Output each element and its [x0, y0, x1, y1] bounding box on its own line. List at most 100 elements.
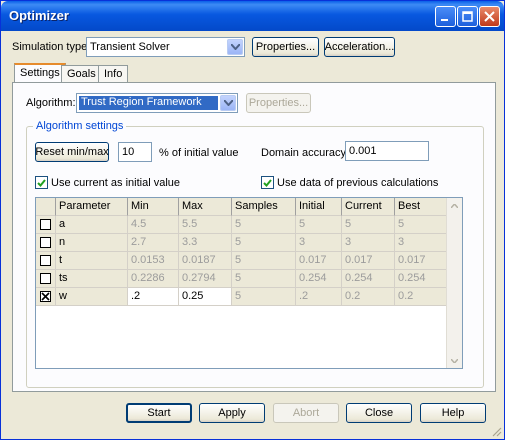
x-mark-icon [41, 292, 50, 301]
apply-button[interactable]: Apply [199, 403, 265, 423]
row-checkbox[interactable] [40, 255, 51, 266]
samples-cell[interactable]: 5 [232, 234, 296, 252]
minimize-button[interactable] [435, 6, 456, 27]
close-button[interactable]: Close [346, 403, 412, 423]
best-cell: 0.254 [395, 270, 448, 288]
max-cell[interactable]: 0.25 [179, 288, 232, 306]
checkmark-icon [37, 178, 46, 187]
column-header[interactable]: Current [342, 198, 395, 216]
table-row[interactable]: t 0.0153 0.0187 5 0.017 0.017 0.017 [36, 252, 448, 270]
row-checkbox[interactable] [40, 291, 51, 302]
scroll-down-button[interactable] [447, 353, 462, 368]
chevron-down-icon [451, 358, 458, 363]
column-header[interactable]: Min [128, 198, 179, 216]
max-cell[interactable]: 5.5 [179, 216, 232, 234]
min-cell[interactable]: 2.7 [128, 234, 179, 252]
scroll-up-button[interactable] [447, 198, 462, 213]
table-scrollbar[interactable] [446, 198, 462, 368]
min-cell[interactable]: 0.0153 [128, 252, 179, 270]
simulation-type-value: Transient Solver [90, 41, 170, 53]
header-check-column [36, 198, 56, 216]
column-header[interactable]: Max [179, 198, 232, 216]
use-current-checkbox[interactable] [35, 176, 48, 189]
use-current-label: Use current as initial value [51, 177, 181, 189]
domain-accuracy-label: Domain accuracy: [261, 147, 350, 159]
max-cell[interactable]: 0.0187 [179, 252, 232, 270]
acceleration-button[interactable]: Acceleration... [324, 37, 395, 57]
column-header[interactable]: Parameter [56, 198, 128, 216]
current-cell: 0.254 [342, 270, 395, 288]
row-check-cell[interactable] [36, 288, 56, 306]
initial-cell[interactable]: 0.254 [296, 270, 342, 288]
row-checkbox[interactable] [40, 219, 51, 230]
row-check-cell[interactable] [36, 252, 56, 270]
min-cell[interactable]: 4.5 [128, 216, 179, 234]
max-cell[interactable]: 0.2794 [179, 270, 232, 288]
optimizer-window: Optimizer Simulation type: Transient Sol… [0, 0, 505, 440]
table-row[interactable]: n 2.7 3.3 5 3 3 3 [36, 234, 448, 252]
chevron-down-icon[interactable] [220, 95, 236, 111]
samples-cell[interactable]: 5 [232, 270, 296, 288]
algorithm-label: Algorithm: [26, 97, 76, 109]
checkmark-icon [263, 178, 272, 187]
table-row[interactable]: w .2 0.25 5 .2 0.2 0.2 [36, 288, 448, 306]
percent-label: % of initial value [159, 147, 239, 159]
parameter-name: n [56, 234, 128, 252]
chevron-up-icon [451, 203, 458, 208]
min-cell[interactable]: .2 [128, 288, 179, 306]
domain-accuracy-input[interactable]: 0.001 [345, 141, 429, 161]
initial-cell[interactable]: .2 [296, 288, 342, 306]
samples-cell[interactable]: 5 [232, 252, 296, 270]
help-button[interactable]: Help [420, 403, 486, 423]
simulation-properties-button[interactable]: Properties... [252, 37, 319, 57]
row-check-cell[interactable] [36, 234, 56, 252]
parameter-name: ts [56, 270, 128, 288]
algorithm-settings-title: Algorithm settings [33, 120, 127, 132]
simulation-type-label: Simulation type: [12, 41, 91, 53]
parameter-name: w [56, 288, 128, 306]
reset-min-max-button[interactable]: Reset min/max [35, 142, 109, 162]
initial-cell[interactable]: 0.017 [296, 252, 342, 270]
algorithm-value: Trust Region Framework [79, 96, 218, 110]
start-button[interactable]: Start [126, 403, 192, 423]
title-bar[interactable]: Optimizer [1, 1, 504, 31]
algorithm-properties-button[interactable]: Properties... [246, 93, 311, 113]
best-cell: 0.017 [395, 252, 448, 270]
parameter-table: Parameter Min Max Samples Initial Curren… [35, 197, 463, 369]
samples-cell[interactable]: 5 [232, 216, 296, 234]
column-header[interactable]: Best [395, 198, 448, 216]
use-previous-label: Use data of previous calculations [277, 177, 439, 189]
simulation-type-select[interactable]: Transient Solver [86, 37, 245, 57]
min-cell[interactable]: 0.2286 [128, 270, 179, 288]
row-checkbox[interactable] [40, 273, 51, 284]
current-cell: 5 [342, 216, 395, 234]
use-previous-checkbox[interactable] [261, 176, 274, 189]
initial-cell[interactable]: 3 [296, 234, 342, 252]
table-row[interactable]: ts 0.2286 0.2794 5 0.254 0.254 0.254 [36, 270, 448, 288]
percent-input[interactable]: 10 [118, 142, 152, 162]
resize-grip-icon[interactable] [490, 425, 502, 437]
column-header[interactable]: Samples [232, 198, 296, 216]
column-header[interactable]: Initial [296, 198, 342, 216]
samples-cell[interactable]: 5 [232, 288, 296, 306]
minimize-icon [441, 19, 448, 21]
best-cell: 5 [395, 216, 448, 234]
current-cell: 0.017 [342, 252, 395, 270]
window-title: Optimizer [9, 8, 69, 23]
current-cell: 3 [342, 234, 395, 252]
abort-button[interactable]: Abort [273, 403, 339, 423]
current-cell: 0.2 [342, 288, 395, 306]
best-cell: 0.2 [395, 288, 448, 306]
close-window-button[interactable] [479, 6, 500, 27]
maximize-button[interactable] [457, 6, 478, 27]
max-cell[interactable]: 3.3 [179, 234, 232, 252]
initial-cell[interactable]: 5 [296, 216, 342, 234]
parameter-name: t [56, 252, 128, 270]
maximize-icon [462, 11, 473, 22]
row-check-cell[interactable] [36, 216, 56, 234]
chevron-down-icon[interactable] [227, 39, 243, 55]
row-check-cell[interactable] [36, 270, 56, 288]
row-checkbox[interactable] [40, 237, 51, 248]
algorithm-select[interactable]: Trust Region Framework [76, 93, 238, 113]
table-row[interactable]: a 4.5 5.5 5 5 5 5 [36, 216, 448, 234]
